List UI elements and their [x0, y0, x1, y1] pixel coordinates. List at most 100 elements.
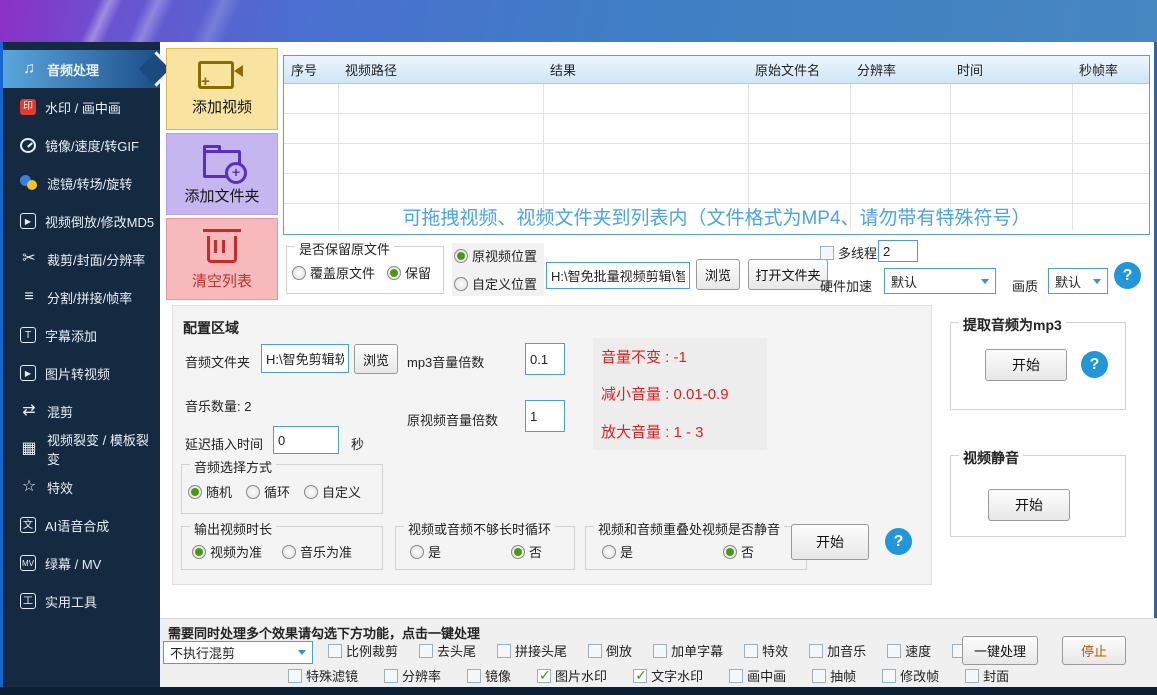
radio-mute-yes[interactable]: 是: [602, 542, 633, 561]
stop-button[interactable]: 停止: [1062, 636, 1126, 665]
radio-custom-location[interactable]: 自定义位置: [454, 274, 542, 293]
radio-circle-icon: [410, 545, 424, 559]
batch-options-row-2: 特殊滤镜 分辨率 镜像 图片水印 文字水印 画中画 抽帧 修改帧 封面: [288, 666, 1009, 685]
checkbox-effects[interactable]: 特效: [744, 641, 788, 660]
volume-hint-decrease: 减小音量 : 0.01-0.9: [601, 383, 767, 404]
clear-list-label: 清空列表: [192, 270, 252, 291]
radio-loop-yes[interactable]: 是: [410, 542, 441, 561]
radio-audio-custom[interactable]: 自定义: [304, 482, 361, 501]
sidebar-item-audio-processing[interactable]: ♫ 音频处理: [3, 50, 160, 88]
batch-options-row-1: 比例裁剪 去头尾 拼接头尾 倒放 加单字幕 特效 加音乐 速度 亮度饱和度: [328, 641, 1035, 660]
hw-accel-select[interactable]: 默认: [884, 268, 996, 294]
add-video-button[interactable]: 添加视频: [166, 48, 278, 130]
volume-hint-increase: 放大音量 : 1 - 3: [601, 421, 767, 442]
sidebar-item-label: 滤镜/转场/旋转: [47, 174, 132, 193]
checkbox-icon: [633, 669, 647, 683]
checkbox-ratio-crop[interactable]: 比例裁剪: [328, 641, 398, 660]
browse-output-button[interactable]: 浏览: [696, 259, 740, 290]
checkbox-cover[interactable]: 封面: [965, 666, 1009, 685]
quality-label: 画质: [1012, 276, 1038, 295]
checkbox-pip[interactable]: 画中画: [729, 666, 786, 685]
browse-audio-button[interactable]: 浏览: [354, 344, 398, 374]
sidebar-item-effects[interactable]: ☆ 特效: [3, 468, 160, 506]
delay-input[interactable]: [273, 426, 339, 454]
sidebar-item-video-fission[interactable]: ▦ 视频裂变 / 模板裂变: [3, 430, 160, 468]
radio-circle-icon: [246, 485, 260, 499]
sidebar-item-mix-cut[interactable]: ⇄ 混剪: [3, 392, 160, 430]
sidebar-item-image-to-video[interactable]: ▶ 图片转视频: [3, 354, 160, 392]
help-icon[interactable]: ?: [1114, 262, 1141, 289]
radio-mute-no[interactable]: 否: [723, 542, 754, 561]
help-icon[interactable]: ?: [1081, 351, 1108, 378]
table-body[interactable]: 可拖拽视频、视频文件夹到列表内（文件格式为MP4、请勿带有特殊符号）: [284, 84, 1149, 235]
sidebar-item-split-splice-framerate[interactable]: ≡ 分割/拼接/帧率: [3, 278, 160, 316]
radio-label: 覆盖原文件: [310, 263, 375, 282]
checkbox-special-filter[interactable]: 特殊滤镜: [288, 666, 358, 685]
checkbox-add-music[interactable]: 加音乐: [809, 641, 866, 660]
start-button[interactable]: 开始: [791, 524, 869, 560]
subtitle-t-icon: T: [20, 327, 36, 343]
sidebar-item-ai-voice[interactable]: 文 AI语音合成: [3, 506, 160, 544]
checkbox-resolution[interactable]: 分辨率: [384, 666, 441, 685]
radio-label: 视频为准: [210, 542, 262, 561]
sidebar-item-utility-tools[interactable]: 工 实用工具: [3, 582, 160, 620]
help-icon[interactable]: ?: [885, 528, 912, 555]
radio-audio-random[interactable]: 随机: [188, 482, 232, 501]
checkbox-label: 修改帧: [900, 666, 939, 685]
video-mute-start-button[interactable]: 开始: [988, 489, 1070, 521]
sidebar-item-greenscreen-mv[interactable]: MV 绿幕 / MV: [3, 544, 160, 582]
radio-label: 是: [428, 542, 441, 561]
quality-select[interactable]: 默认: [1048, 268, 1108, 294]
checkbox-frame-extract[interactable]: 抽帧: [812, 666, 856, 685]
audio-folder-input[interactable]: [261, 344, 349, 373]
drag-drop-hint: 可拖拽视频、视频文件夹到列表内（文件格式为MP4、请勿带有特殊符号）: [284, 203, 1149, 230]
play-box-icon: ▶: [20, 365, 36, 381]
thread-count-input[interactable]: [878, 240, 918, 262]
sidebar-item-watermark-pip[interactable]: 印 水印 / 画中画: [3, 88, 160, 126]
checkbox-add-subtitle[interactable]: 加单字幕: [653, 641, 723, 660]
radio-loop-no[interactable]: 否: [511, 542, 542, 561]
checkbox-modify-frame[interactable]: 修改帧: [882, 666, 939, 685]
radio-label: 自定义: [322, 482, 361, 501]
radio-audio-loop[interactable]: 循环: [246, 482, 290, 501]
radio-duration-video[interactable]: 视频为准: [192, 542, 262, 561]
one-click-process-button[interactable]: 一键处理: [962, 636, 1038, 665]
checkbox-label: 比例裁剪: [346, 641, 398, 660]
checkbox-reverse[interactable]: 倒放: [588, 641, 632, 660]
radio-overwrite-original[interactable]: 覆盖原文件: [292, 263, 375, 282]
checkbox-speed[interactable]: 速度: [887, 641, 931, 660]
checkbox-icon: [467, 669, 481, 683]
multithread-checkbox[interactable]: 多线程: [820, 243, 877, 262]
original-volume-input[interactable]: [525, 400, 565, 432]
mp3-volume-input[interactable]: [525, 343, 565, 375]
mix-cut-select[interactable]: 不执行混剪: [163, 641, 313, 664]
col-resolution: 分辨率: [850, 60, 950, 79]
sidebar-item-filter-transition-rotate[interactable]: 滤镜/转场/旋转: [3, 164, 160, 202]
checkbox-label: 多线程: [838, 243, 877, 262]
checkbox-image-watermark[interactable]: 图片水印: [537, 666, 607, 685]
checkbox-splice-head-tail[interactable]: 拼接头尾: [497, 641, 567, 660]
sidebar-item-subtitle-add[interactable]: T 字幕添加: [3, 316, 160, 354]
checkbox-mirror[interactable]: 镜像: [467, 666, 511, 685]
original-volume-label: 原视频音量倍数: [407, 410, 498, 429]
sidebar-item-reverse-md5[interactable]: ▶ 视频倒放/修改MD5: [3, 202, 160, 240]
checkbox-trim-head-tail[interactable]: 去头尾: [419, 641, 476, 660]
radio-original-location[interactable]: 原视频位置: [454, 246, 542, 265]
sidebar-item-mirror-speed-gif[interactable]: 镜像/速度/转GIF: [3, 126, 160, 164]
output-path-input[interactable]: [546, 262, 690, 289]
checkbox-text-watermark[interactable]: 文字水印: [633, 666, 703, 685]
radio-keep[interactable]: 保留: [387, 263, 431, 282]
audio-mode-groupbox: 音频选择方式 随机 循环 自定义: [181, 464, 383, 514]
add-folder-button[interactable]: 添加文件夹: [166, 133, 278, 215]
audio-mode-title: 音频选择方式: [190, 457, 276, 476]
delay-unit-label: 秒: [351, 434, 364, 453]
open-folder-button[interactable]: 打开文件夹: [748, 259, 828, 290]
extract-mp3-start-button[interactable]: 开始: [985, 349, 1067, 381]
radio-label: 自定义位置: [472, 274, 537, 293]
clear-list-button[interactable]: 清空列表: [166, 218, 278, 300]
sidebar-item-label: 绿幕 / MV: [45, 554, 101, 573]
sidebar-item-label: 视频倒放/修改MD5: [45, 212, 154, 231]
folder-plus-icon: [203, 150, 241, 178]
sidebar-item-crop-cover-resolution[interactable]: ✂ 裁剪/封面/分辨率: [3, 240, 160, 278]
radio-duration-music[interactable]: 音乐为准: [282, 542, 352, 561]
